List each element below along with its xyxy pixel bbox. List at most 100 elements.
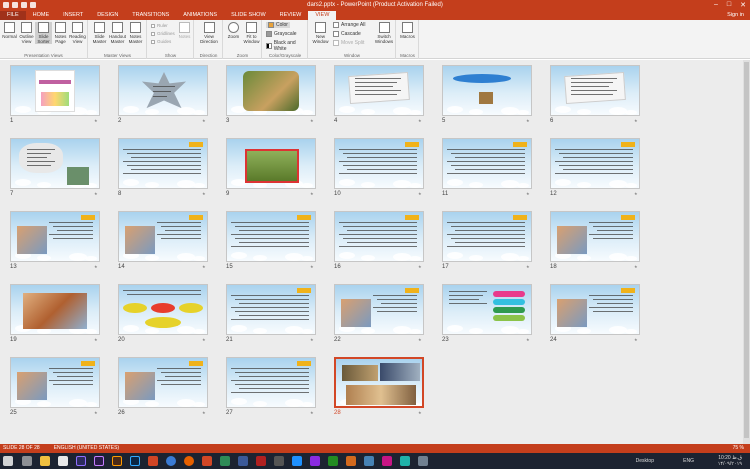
tab-slide-show[interactable]: SLIDE SHOW (224, 11, 273, 20)
slide-sorter-button[interactable]: Slide Sorter (35, 22, 52, 44)
slide-thumbnail[interactable] (118, 138, 208, 189)
slide-thumbnail[interactable] (334, 284, 424, 335)
firefox-icon[interactable] (184, 456, 194, 466)
slide-thumbnail[interactable] (226, 284, 316, 335)
powerpoint-taskbar-icon[interactable] (148, 456, 158, 466)
maximize-button[interactable]: □ (727, 1, 731, 9)
slide-thumbnail[interactable] (550, 284, 640, 335)
tab-review[interactable]: REVIEW (273, 11, 309, 20)
system-clock[interactable]: 10:20 ق.ظ ۱۴/۰۹/۲۰۱۹ (718, 455, 742, 467)
app-icon-slate[interactable] (418, 456, 428, 466)
outline-view-button[interactable]: Outline View (18, 22, 35, 44)
macros-button[interactable]: Macros (399, 22, 416, 39)
gridlines-checkbox[interactable]: Gridlines (151, 31, 175, 36)
transition-icon: ★ (526, 264, 530, 269)
slide-thumbnail[interactable] (334, 65, 424, 116)
photoshop-icon[interactable] (130, 456, 140, 466)
app-icon-gray[interactable] (274, 456, 284, 466)
slide-thumbnail[interactable] (334, 357, 424, 408)
tab-transitions[interactable]: TRANSITIONS (125, 11, 176, 20)
slide-thumbnail[interactable] (226, 357, 316, 408)
slide-thumbnail[interactable] (442, 138, 532, 189)
cascade-button[interactable]: Cascade (333, 31, 361, 37)
app-icon-purple[interactable] (310, 456, 320, 466)
close-button[interactable]: ✕ (740, 1, 746, 9)
task-view-icon[interactable] (22, 456, 32, 466)
slide-thumbnail[interactable] (118, 65, 208, 116)
guides-checkbox[interactable]: Guides (151, 39, 171, 44)
fit-to-window-button[interactable]: Fit to Window (243, 22, 260, 44)
slide-thumbnail[interactable] (442, 284, 532, 335)
zoom-level[interactable]: 75 % (733, 445, 744, 451)
app-icon-pink[interactable] (382, 456, 392, 466)
premiere-icon[interactable] (76, 456, 86, 466)
slide-thumbnail[interactable] (334, 211, 424, 262)
move-split-button[interactable]: Move Split (333, 40, 364, 46)
slide-thumbnail[interactable] (442, 65, 532, 116)
slide-thumbnail[interactable] (10, 138, 100, 189)
black-white-option[interactable]: Black and White (266, 40, 307, 52)
zoom-button[interactable]: Zoom (225, 22, 242, 39)
app-icon-green[interactable] (220, 456, 230, 466)
app-icon-teal[interactable] (400, 456, 410, 466)
slide-thumbnail[interactable] (226, 138, 316, 189)
app-icon-orange[interactable] (346, 456, 356, 466)
slide-thumbnail[interactable] (10, 65, 100, 116)
minimize-button[interactable]: – (714, 1, 718, 9)
notes-page-button[interactable]: Notes Page (52, 22, 69, 44)
chrome-icon[interactable] (166, 456, 176, 466)
slide-thumbnail[interactable] (550, 211, 640, 262)
language-indicator[interactable]: ENG (683, 458, 694, 464)
language-status[interactable]: ENGLISH (UNITED STATES) (54, 445, 119, 451)
app-icon-lightblue[interactable] (292, 456, 302, 466)
sign-in-link[interactable]: Sign in (727, 12, 744, 18)
slide-thumbnail[interactable] (442, 211, 532, 262)
switch-windows-button[interactable]: Switch Windows (373, 22, 395, 44)
view-direction-button[interactable]: View Direction (199, 22, 219, 44)
tab-file[interactable]: FILE (0, 11, 26, 20)
slide-thumbnail[interactable] (334, 138, 424, 189)
handout-master-button[interactable]: Handout Master (109, 22, 126, 44)
tab-home[interactable]: HOME (26, 11, 57, 20)
app-icon-blue[interactable] (238, 456, 248, 466)
app-icon-red[interactable] (256, 456, 266, 466)
after-effects-icon[interactable] (94, 456, 104, 466)
title-tab (189, 215, 203, 220)
file-explorer-icon[interactable] (40, 456, 50, 466)
slide-thumbnail[interactable] (226, 65, 316, 116)
illustrator-icon[interactable] (112, 456, 122, 466)
slide-thumbnail[interactable] (226, 211, 316, 262)
arrange-all-button[interactable]: Arrange All (333, 22, 365, 28)
powerpoint-window-icon[interactable] (202, 456, 212, 466)
slide-thumbnail[interactable] (118, 357, 208, 408)
slide-thumbnail[interactable] (118, 284, 208, 335)
reading-view-button[interactable]: Reading View (69, 22, 86, 44)
store-icon[interactable] (58, 456, 68, 466)
app-icon-darkgreen[interactable] (328, 456, 338, 466)
slide-thumbnail[interactable] (550, 138, 640, 189)
ruler-checkbox[interactable]: Ruler (151, 23, 168, 28)
slide-thumbnail[interactable] (118, 211, 208, 262)
tab-design[interactable]: DESIGN (90, 11, 125, 20)
notes-master-button[interactable]: Notes Master (127, 22, 144, 44)
slide-thumbnail[interactable] (550, 65, 640, 116)
new-window-button[interactable]: New Window (312, 22, 329, 44)
text-line (123, 161, 201, 162)
text-line (57, 376, 93, 377)
tab-view[interactable]: VIEW (308, 11, 337, 20)
vertical-scrollbar[interactable] (743, 60, 750, 444)
grayscale-option[interactable]: Grayscale (266, 31, 297, 37)
slide-thumbnail[interactable] (10, 357, 100, 408)
slide-master-button[interactable]: Slide Master (91, 22, 108, 44)
color-option[interactable]: Color (266, 22, 290, 28)
tab-animations[interactable]: ANIMATIONS (176, 11, 224, 20)
windows-start-icon[interactable] (3, 456, 13, 466)
scrollbar-thumb[interactable] (744, 62, 749, 438)
tab-insert[interactable]: INSERT (56, 11, 90, 20)
desktop-label[interactable]: Desktop (636, 458, 654, 464)
app-icon-steel[interactable] (364, 456, 374, 466)
slide-thumbnail[interactable] (10, 211, 100, 262)
notes-button[interactable]: Notes (176, 22, 193, 39)
slide-thumbnail[interactable] (10, 284, 100, 335)
normal-view-button[interactable]: Normal (1, 22, 18, 39)
